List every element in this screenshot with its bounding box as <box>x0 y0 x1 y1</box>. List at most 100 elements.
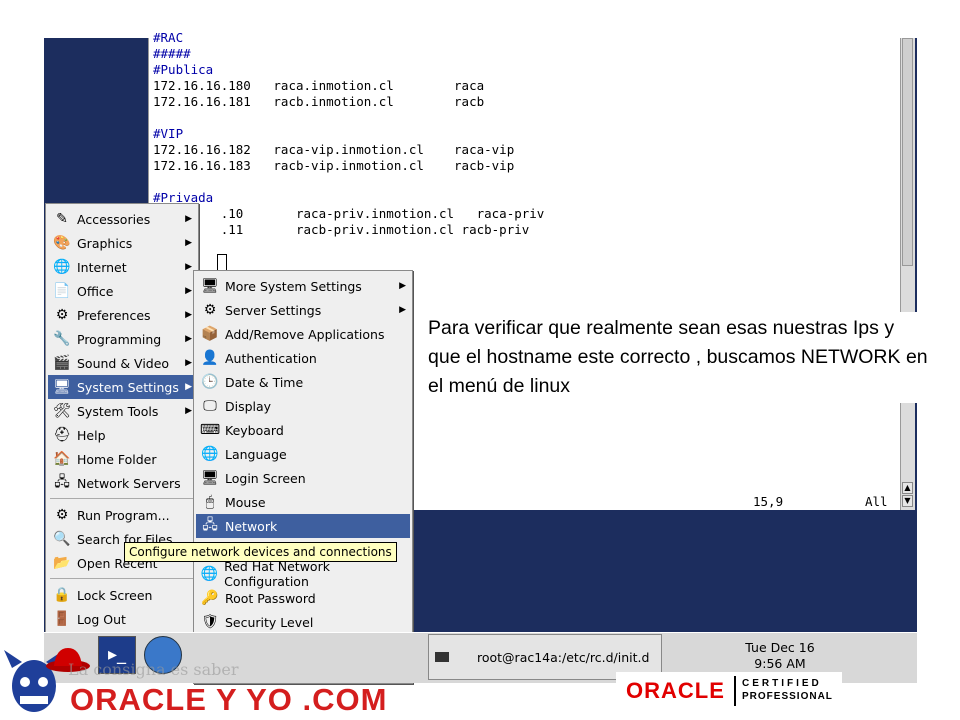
submenu-arrow-icon: ▶ <box>185 382 192 392</box>
server-settings-icon: ⚙ <box>203 302 217 318</box>
open-recent-icon: 📂 <box>53 555 71 571</box>
log-out-icon: 🚪 <box>53 611 71 627</box>
scroll-position: All <box>865 494 888 509</box>
submenu-arrow-icon: ▶ <box>185 406 192 416</box>
menu-item-label: System Settings <box>77 379 179 395</box>
menu-item-label: Date & Time <box>225 374 304 390</box>
menu-item-preferences[interactable]: ⚙ Preferences ▶ <box>48 303 196 327</box>
menu-item-label: Network <box>225 518 278 534</box>
menu-item-network[interactable]: 🖧 Network <box>196 514 410 538</box>
menu-item-label: Lock Screen <box>77 587 153 603</box>
submenu-arrow-icon: ▶ <box>185 262 192 272</box>
submenu-arrow-icon: ▶ <box>185 334 192 344</box>
host-line: 172.16.16.180 raca.inmotion.cl raca <box>153 78 485 93</box>
clock-time: 9:56 AM <box>754 656 806 671</box>
menu-item-label: Internet <box>77 259 127 275</box>
add-remove-icon: 📦 <box>201 326 219 342</box>
menu-item-sound-video[interactable]: 🎬 Sound & Video ▶ <box>48 351 196 375</box>
menu-item-system-tools[interactable]: 🛠 System Tools ▶ <box>48 399 196 423</box>
menu-item-log-out[interactable]: 🚪 Log Out <box>48 607 196 631</box>
menu-item-label: Server Settings <box>225 302 322 318</box>
cursor-position: 15,9 <box>753 494 784 509</box>
oracle-wordmark: ORACLE <box>626 678 725 703</box>
menu-item-label: Network Servers <box>77 475 181 491</box>
comment-line: #VIP <box>153 126 184 141</box>
run-program-icon: ⚙ <box>55 507 69 523</box>
oracle-certified-logo: ORACLE CERTIFIED PROFESSIONAL <box>616 672 842 712</box>
menu-item-label: Programming <box>77 331 162 347</box>
menu-item-language[interactable]: 🌐 Language <box>196 442 410 466</box>
menu-item-mouse[interactable]: 🖱 Mouse <box>196 490 410 514</box>
watermark-text: La consigna es saber <box>68 660 239 679</box>
host-line: 172.16.16.181 racb.inmotion.cl racb <box>153 94 485 109</box>
menu-item-root-password[interactable]: 🔑 Root Password <box>196 586 410 610</box>
home-folder-icon: 🏠 <box>53 451 71 467</box>
menu-item-label: Help <box>77 427 106 443</box>
menu-item-home-folder[interactable]: 🏠 Home Folder <box>48 447 196 471</box>
menu-item-label: Security Level <box>225 614 314 630</box>
submenu-arrow-icon: ▶ <box>185 238 192 248</box>
menu-item-label: Red Hat Network Configuration <box>224 559 330 589</box>
language-icon: 🌐 <box>201 446 219 462</box>
submenu-arrow-icon: ▶ <box>185 286 192 296</box>
menu-item-label: Log Out <box>77 611 126 627</box>
menu-item-red-hat-network-configuration[interactable]: 🌐 Red Hat Network Configuration <box>196 559 410 589</box>
menu-item-system-settings[interactable]: 🖥 System Settings ▶ <box>48 375 196 399</box>
menu-item-internet[interactable]: 🌐 Internet ▶ <box>48 255 196 279</box>
menu-item-network-servers[interactable]: 🖧 Network Servers <box>48 471 196 495</box>
system-tools-icon: 🛠 <box>53 403 71 419</box>
menu-item-security-level[interactable]: 🛡 Security Level <box>196 610 410 634</box>
menu-item-label: Run Program... <box>77 507 170 523</box>
menu-item-keyboard[interactable]: ⌨ Keyboard <box>196 418 410 442</box>
scrollbar-thumb[interactable] <box>902 38 913 266</box>
menu-item-programming[interactable]: 🔧 Programming ▶ <box>48 327 196 351</box>
applications-menu: ✎ Accessories ▶ 🎨 Graphics ▶ 🌐 Internet ▶ 📄 Office… <box>45 203 199 633</box>
terminal-text: #RAC ##### #Publica 172.16.16.180 raca.i… <box>153 30 544 238</box>
menu-item-help[interactable]: ⛑ Help <box>48 423 196 447</box>
submenu-arrow-icon: ▶ <box>399 281 406 291</box>
menu-item-label: Office <box>77 283 114 299</box>
menu-item-graphics[interactable]: 🎨 Graphics ▶ <box>48 231 196 255</box>
menu-item-label: Root Password <box>225 590 316 606</box>
preferences-icon: ⚙ <box>55 307 69 323</box>
help-icon: ⛑ <box>53 427 71 443</box>
professional-text: PROFESSIONAL <box>742 691 833 702</box>
menu-item-server-settings[interactable]: ⚙ Server Settings ▶ <box>196 298 410 322</box>
root-password-icon: 🔑 <box>201 590 219 606</box>
menu-item-date-time[interactable]: 🕒 Date & Time <box>196 370 410 394</box>
security-level-icon: 🛡 <box>201 614 219 630</box>
menu-item-display[interactable]: 🖵 Display <box>196 394 410 418</box>
menu-item-login-screen[interactable]: 🖥 Login Screen <box>196 466 410 490</box>
menu-item-office[interactable]: 📄 Office ▶ <box>48 279 196 303</box>
menu-item-label: More System Settings <box>225 278 362 294</box>
submenu-arrow-icon: ▶ <box>185 214 192 224</box>
clock-icon: 🕒 <box>201 374 219 390</box>
network-servers-icon: 🖧 <box>54 474 70 490</box>
programming-icon: 🔧 <box>53 331 71 347</box>
task-label: root@rac14a:/etc/rc.d/init.d <box>477 649 650 665</box>
display-icon: 🖵 <box>203 398 217 414</box>
menu-item-lock-screen[interactable]: 🔒 Lock Screen <box>48 583 196 607</box>
submenu-arrow-icon: ▶ <box>185 358 192 368</box>
menu-item-label: Preferences <box>77 307 151 323</box>
menu-item-label: Home Folder <box>77 451 157 467</box>
clock-date: Tue Dec 16 <box>745 640 815 655</box>
panel-clock[interactable]: Tue Dec 16 9:56 AM <box>720 640 840 672</box>
terminal-scrollbar[interactable]: ▲ ▼ <box>900 38 915 510</box>
host-line: .10 raca-priv.inmotion.cl raca-priv <box>153 206 545 221</box>
menu-item-label: Display <box>225 398 272 414</box>
system-settings-submenu: 🖥 More System Settings ▶ ⚙ Server Settings ▶ 📦… <box>193 270 413 684</box>
menu-item-label: Add/Remove Applications <box>225 326 385 342</box>
menu-item-add-remove-applications[interactable]: 📦 Add/Remove Applications <box>196 322 410 346</box>
terminal-task-icon <box>435 652 449 662</box>
menu-item-more-system-settings[interactable]: 🖥 More System Settings ▶ <box>196 274 410 298</box>
scroll-down-icon[interactable]: ▼ <box>902 495 913 507</box>
menu-item-authentication[interactable]: 👤 Authentication <box>196 346 410 370</box>
menu-item-run-program[interactable]: ⚙ Run Program... <box>48 503 196 527</box>
menu-item-accessories[interactable]: ✎ Accessories ▶ <box>48 207 196 231</box>
scroll-up-icon[interactable]: ▲ <box>902 482 913 494</box>
menu-item-label: System Tools <box>77 403 159 419</box>
host-line: .11 racb-priv.inmotion.cl racb-priv <box>153 222 530 237</box>
comment-line: ##### <box>153 46 191 61</box>
comment-line: #RAC <box>153 30 184 45</box>
